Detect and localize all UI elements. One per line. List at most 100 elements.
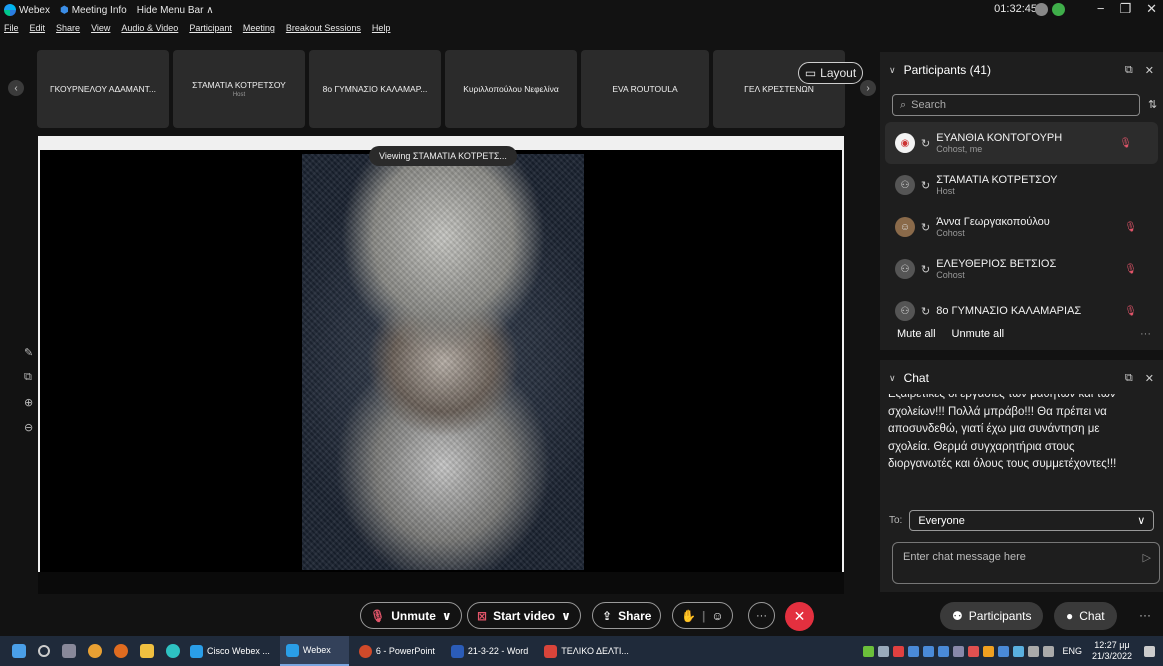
video-tile[interactable]: EVA ROUTOULA	[581, 50, 709, 128]
participants-toggle-button[interactable]: ⚉ Participants	[940, 602, 1044, 630]
start-video-button[interactable]: ⊠ Start video ∨	[467, 602, 581, 629]
layout-button[interactable]: ▭ Layout	[798, 62, 863, 84]
minimize-button[interactable]: −	[1097, 1, 1105, 17]
strip-next-button[interactable]: ›	[860, 80, 876, 96]
menu-breakout-sessions[interactable]: Breakout Sessions	[286, 23, 361, 33]
popout-icon[interactable]: ⧉	[1125, 372, 1133, 385]
taskbar-app[interactable]: Cisco Webex ...	[184, 636, 276, 666]
participant-item[interactable]: ⚇ ↻ ΣΤΑΜΑΤΙΑ ΚΟΤΡΕΤΣΟΥ Host	[880, 164, 1163, 206]
menu-share[interactable]: Share	[56, 23, 80, 33]
system-clock[interactable]: 12:27 μμ 21/3/2022	[1092, 640, 1132, 662]
send-icon[interactable]: ▷	[1143, 551, 1151, 564]
chat-line: Εξαιρετικές οι εργασίες των μαθητών και …	[888, 394, 1116, 400]
task-view-icon[interactable]	[62, 644, 76, 658]
chat-line: σχολεία. Θερμά συγχαρητήρια στους	[888, 440, 1075, 453]
participant-item[interactable]: ◉ ↻ ΕΥΑΝΘΙΑ ΚΟΝΤΟΓΟΥΡΗ Cohost, me 🎙︎	[885, 122, 1158, 164]
participant-item[interactable]: ⚇ ↻ 8ο ΓΥΜΝΑΣΙΟ ΚΑΛΑΜΑΡΙΑΣ 🎙︎	[880, 290, 1163, 332]
participant-item[interactable]: ⚇ ↻ ΕΛΕΥΘΕΡΙΟΣ ΒΕΤΣΙΟΣ Cohost 🎙︎	[880, 248, 1163, 290]
remote-control-icon[interactable]: ⧉	[24, 371, 33, 384]
participants-panel: ∨ Participants (41) ⧉ ✕ ⌕ Search ⇅ ◉ ↻ ΕΥ…	[880, 52, 1163, 350]
close-panel-icon[interactable]: ✕	[1145, 372, 1154, 385]
close-panel-icon[interactable]: ✕	[1145, 64, 1154, 77]
sync-icon: ↻	[921, 263, 931, 276]
volume-icon[interactable]	[1043, 645, 1055, 657]
video-tile[interactable]: Κυριλλοπούλου Νεφελίνα	[445, 50, 577, 128]
controls-more-button[interactable]: ···	[1139, 608, 1151, 622]
recipient-select[interactable]: Everyone ∨	[909, 510, 1155, 531]
tray-icon[interactable]	[953, 645, 965, 657]
restore-button[interactable]: ❐	[1119, 1, 1131, 17]
zoom-out-icon[interactable]: ⊖	[24, 421, 33, 434]
strip-prev-button[interactable]: ‹	[8, 80, 24, 96]
chat-toggle-button[interactable]: ● Chat	[1054, 602, 1117, 630]
tray-icon[interactable]	[878, 645, 890, 657]
share-button[interactable]: ⇪ Share	[592, 602, 662, 629]
chat-message-input[interactable]: Enter chat message here ▷	[892, 542, 1160, 584]
tile-name: ΓΕΛ ΚΡΕΣΤΕΝΩΝ	[744, 84, 814, 94]
menu-help[interactable]: Help	[372, 23, 391, 33]
taskbar-app[interactable]: 6 - PowerPoint	[353, 636, 441, 666]
tray-icon[interactable]	[983, 645, 995, 657]
more-options-button[interactable]: ···	[748, 602, 775, 629]
unmute-all-button[interactable]: Unmute all	[952, 328, 1005, 340]
language-indicator[interactable]: ENG	[1062, 646, 1082, 656]
meeting-info-button[interactable]: ⬢ Meeting Info	[60, 5, 127, 16]
menu-audio-video[interactable]: Audio & Video	[121, 23, 178, 33]
sort-icon[interactable]: ⇅	[1148, 98, 1157, 111]
mic-muted-icon[interactable]: 🎙︎	[1124, 306, 1137, 317]
sync-icon: ↻	[921, 137, 931, 150]
file-explorer-icon[interactable]	[140, 644, 154, 658]
tray-icon[interactable]	[923, 645, 935, 657]
tray-icon[interactable]	[998, 645, 1010, 657]
word-icon	[450, 644, 464, 658]
menu-file[interactable]: File	[4, 23, 19, 33]
mic-muted-icon[interactable]: 🎙︎	[1119, 138, 1132, 149]
popout-icon[interactable]: ⧉	[1125, 64, 1133, 77]
start-icon[interactable]	[12, 644, 26, 658]
mic-muted-icon[interactable]: 🎙︎	[1124, 222, 1137, 233]
menu-meeting[interactable]: Meeting	[243, 23, 275, 33]
participant-item[interactable]: ☺ ↻ Άννα Γεωργακοπούλου Cohost 🎙︎	[880, 206, 1163, 248]
unmute-button[interactable]: 🎙︎ Unmute ∨	[360, 602, 462, 629]
hide-menu-bar-button[interactable]: Hide Menu Bar ∧	[137, 5, 214, 16]
close-window-button[interactable]: ✕	[1146, 1, 1157, 17]
menu-edit[interactable]: Edit	[30, 23, 46, 33]
leave-meeting-button[interactable]: ✕	[785, 602, 814, 631]
taskbar-app-label: 21-3-22 - Word	[467, 646, 529, 656]
shared-image	[302, 154, 584, 570]
layout-icon: ▭	[804, 66, 817, 80]
taskbar-app[interactable]: 21-3-22 - Word	[445, 636, 534, 666]
video-tile[interactable]: ΣΤΑΜΑΤΙΑ ΚΟΤΡΕΤΣΟΥ Host	[173, 50, 305, 128]
mute-all-button[interactable]: Mute all	[897, 328, 936, 340]
tray-icon[interactable]	[968, 645, 980, 657]
firefox-icon[interactable]	[114, 644, 128, 658]
taskbar-app[interactable]: ΤΕΛΙΚΟ ΔΕΛΤΙ...	[538, 636, 635, 666]
avatar: ⚇	[895, 175, 915, 195]
connection-icon[interactable]	[1052, 3, 1065, 16]
collapse-chevron-icon[interactable]: ∨	[889, 65, 896, 76]
raise-hand-icon[interactable]: ✋	[681, 609, 696, 623]
video-tile[interactable]: ΓΚΟΥΡΝΕΛΟΥ ΑΔΑΜΑΝΤ...	[37, 50, 169, 128]
tray-icon[interactable]	[908, 645, 920, 657]
collapse-chevron-icon[interactable]: ∨	[889, 373, 896, 384]
annotate-icon[interactable]: ✎	[24, 346, 33, 359]
help-icon[interactable]	[1035, 3, 1048, 16]
tray-icon[interactable]	[1013, 645, 1025, 657]
emoji-icon[interactable]: ☺	[711, 609, 723, 623]
tray-icon[interactable]	[863, 645, 875, 657]
search-icon[interactable]	[38, 645, 50, 657]
taskbar-app[interactable]: Webex	[279, 636, 349, 666]
menu-participant[interactable]: Participant	[189, 23, 232, 33]
edge-icon[interactable]	[166, 644, 180, 658]
menu-view[interactable]: View	[91, 23, 110, 33]
participants-more-button[interactable]: ···	[1140, 328, 1151, 340]
video-tile[interactable]: 8ο ΓΥΜΝΑΣΙΟ ΚΑΛΑΜΑΡ...	[309, 50, 441, 128]
zoom-in-icon[interactable]: ⊕	[24, 396, 33, 409]
notifications-icon[interactable]	[1144, 645, 1155, 657]
tray-icon[interactable]	[938, 645, 950, 657]
chrome-icon[interactable]	[88, 644, 102, 658]
mic-muted-icon[interactable]: 🎙︎	[1124, 264, 1137, 275]
tray-icon[interactable]	[893, 645, 905, 657]
wifi-icon[interactable]	[1028, 645, 1040, 657]
participant-search-input[interactable]: ⌕ Search	[892, 94, 1140, 116]
